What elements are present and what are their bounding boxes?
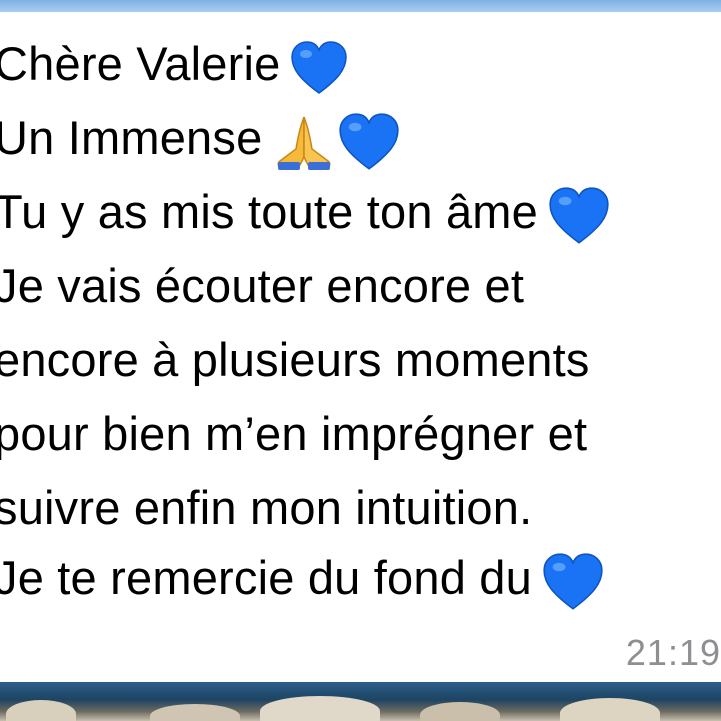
blue-heart-icon [290, 40, 348, 95]
message-line-8: Je te remercie du fond du [0, 548, 604, 611]
wallpaper-rock [260, 696, 380, 721]
wallpaper-rock [420, 702, 500, 721]
wallpaper-rock [560, 698, 660, 721]
message-line-7: suivre enfin mon intuition. [0, 478, 532, 538]
message-line-text: suivre enfin mon intuition. [0, 481, 533, 534]
message-bubble[interactable]: Chère Valerie Un Immense Tu y as mis tou… [0, 12, 721, 682]
message-line-3: Tu y as mis toute ton âme [0, 182, 610, 245]
message-line-6: pour bien m’en imprégner et [0, 404, 587, 464]
message-line-text: encore à plusieurs moments [0, 333, 590, 386]
wallpaper-rock [150, 704, 240, 721]
message-line-text: Tu y as mis toute ton âme [0, 185, 538, 238]
message-line-text: Je vais écouter encore et [0, 259, 525, 312]
message-line-4: Je vais écouter encore et [0, 256, 524, 316]
message-line-text: Un Immense [0, 111, 263, 164]
folded-hands-icon [272, 113, 336, 171]
message-line-text: Chère Valerie [0, 37, 281, 90]
wallpaper-rock [6, 700, 76, 721]
message-line-2: Un Immense [0, 108, 400, 171]
message-line-text: Je te remercie du fond du [0, 551, 532, 604]
message-line-text: pour bien m’en imprégner et [0, 407, 588, 460]
chat-wallpaper [0, 682, 721, 721]
wallpaper-top-strip [0, 0, 721, 12]
message-line-5: encore à plusieurs moments [0, 330, 590, 390]
blue-heart-icon [542, 552, 604, 611]
blue-heart-icon [548, 186, 610, 245]
blue-heart-icon [338, 112, 400, 171]
message-timestamp: 21:19 [625, 632, 721, 673]
message-line-1: Chère Valerie [0, 34, 348, 95]
